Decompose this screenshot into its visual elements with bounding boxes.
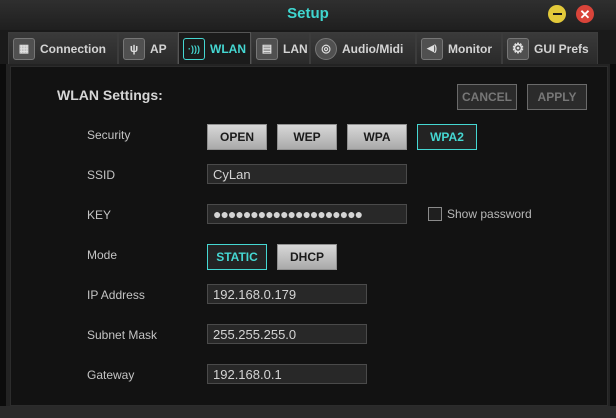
gateway-field[interactable]: 192.168.0.1 — [207, 364, 367, 384]
mode-label: Mode — [87, 248, 118, 262]
minimize-button[interactable] — [548, 5, 566, 23]
close-button[interactable]: ✕ — [576, 5, 594, 23]
window-title: Setup — [287, 5, 329, 22]
tab-bar: ▦ Connection ψ AP ·))) WLAN ▤ LAN ◎ Audi… — [0, 30, 616, 64]
left-border — [0, 64, 6, 418]
setup-window: Setup ✕ ▦ Connection ψ AP ·))) WLAN ▤ LA… — [0, 0, 616, 418]
tab-audio-midi[interactable]: ◎ Audio/Midi — [310, 32, 416, 64]
mode-static-button[interactable]: STATIC — [207, 244, 267, 270]
cancel-button[interactable]: CANCEL — [457, 84, 517, 110]
tab-label: WLAN — [210, 41, 246, 56]
ip-address-label: IP Address — [87, 288, 145, 302]
midi-connector-icon: ◎ — [315, 37, 337, 60]
ssid-label: SSID — [87, 168, 116, 182]
gears-icon: ⚙ — [507, 37, 529, 60]
apply-button[interactable]: APPLY — [527, 84, 587, 110]
security-wpa2-button[interactable]: WPA2 — [417, 124, 477, 150]
close-icon: ✕ — [579, 6, 591, 22]
tab-connection[interactable]: ▦ Connection — [8, 32, 118, 64]
tab-label: Audio/Midi — [342, 41, 404, 56]
tab-wlan[interactable]: ·))) WLAN — [178, 32, 251, 64]
wlan-settings-panel — [10, 66, 608, 406]
security-open-button[interactable]: OPEN — [207, 124, 267, 150]
grid-icon: ▦ — [13, 37, 35, 60]
title-bar[interactable]: Setup ✕ — [0, 0, 616, 32]
right-border — [610, 64, 616, 418]
section-title: WLAN Settings: — [57, 87, 163, 103]
tab-label: Monitor — [448, 41, 492, 56]
tab-label: Connection — [40, 41, 106, 56]
tab-gui-prefs[interactable]: ⚙ GUI Prefs — [502, 32, 598, 64]
subnet-mask-field[interactable]: 255.255.255.0 — [207, 324, 367, 344]
security-label: Security — [87, 128, 131, 142]
antenna-icon: ψ — [123, 37, 145, 60]
bottom-border — [0, 406, 616, 418]
network-port-icon: ▤ — [256, 37, 278, 60]
tab-label: GUI Prefs — [534, 41, 589, 56]
mode-dhcp-button[interactable]: DHCP — [277, 244, 337, 270]
key-label: KEY — [87, 208, 112, 222]
speaker-icon: ◀) — [421, 37, 443, 60]
tab-label: LAN — [283, 41, 308, 56]
wifi-icon: ·))) — [183, 37, 205, 60]
show-password-label[interactable]: Show password — [447, 207, 532, 221]
security-wpa-button[interactable]: WPA — [347, 124, 407, 150]
gateway-label: Gateway — [87, 368, 135, 382]
subnet-mask-label: Subnet Mask — [87, 328, 158, 342]
tab-label: AP — [150, 41, 167, 56]
show-password-checkbox[interactable] — [428, 207, 442, 221]
tab-ap[interactable]: ψ AP — [118, 32, 178, 64]
ip-address-field[interactable]: 192.168.0.179 — [207, 284, 367, 304]
minimize-icon — [552, 13, 562, 15]
tab-lan[interactable]: ▤ LAN — [251, 32, 310, 64]
tab-monitor[interactable]: ◀) Monitor — [416, 32, 502, 64]
ssid-field[interactable]: CyLan — [207, 164, 407, 184]
security-wep-button[interactable]: WEP — [277, 124, 337, 150]
key-password-field[interactable]: ●●●●●●●●●●●●●●●●●●●● — [207, 204, 407, 224]
